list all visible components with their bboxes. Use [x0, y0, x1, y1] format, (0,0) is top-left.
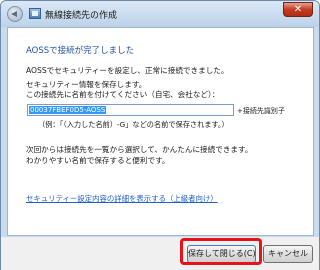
tip-text: わかりやすい名前で保存すると便利です。	[26, 156, 170, 165]
identifier-suffix-label: +接続先識別子	[237, 107, 285, 115]
title-bar: 無線接続先の作成 ✕	[1, 1, 319, 27]
connection-name-value: 00037FBEF0D5-AOSS	[29, 106, 107, 114]
button-bar: 保存して閉じる(C) キャンセル	[1, 237, 319, 270]
connection-name-input[interactable]: 00037FBEF0D5-AOSS	[27, 104, 234, 116]
wizard-window: 無線接続先の作成 ✕ AOSSで接続が完了しました AOSSでセキュリティーを設…	[0, 0, 320, 270]
next-time-text: 次回からは接続先を一覧から選択して、かんたんに接続できます。	[26, 145, 253, 154]
success-message: AOSSでセキュリティーを設定し、正常に接続できました。	[26, 66, 229, 75]
cancel-button[interactable]: キャンセル	[263, 245, 313, 263]
save-and-close-button[interactable]: 保存して閉じる(C)	[187, 245, 256, 263]
window-title: 無線接続先の作成	[45, 11, 118, 21]
close-button[interactable]: ✕	[283, 2, 313, 17]
network-wizard-icon	[29, 8, 41, 19]
back-arrow-icon[interactable]	[7, 6, 23, 22]
page-heading: AOSSで接続が完了しました	[26, 46, 135, 56]
content-panel: AOSSで接続が完了しました AOSSでセキュリティーを設定し、正常に接続できま…	[7, 27, 314, 236]
example-text: （例：「（入力した名前）-G」などの名前で保存されます。）	[38, 120, 229, 129]
security-details-link[interactable]: セキュリティー設定内容の詳細を表示する（上級者向け）	[26, 193, 218, 204]
name-prompt-text: この接続先に名前を付けてください（自宅、会社など）：	[26, 90, 220, 99]
